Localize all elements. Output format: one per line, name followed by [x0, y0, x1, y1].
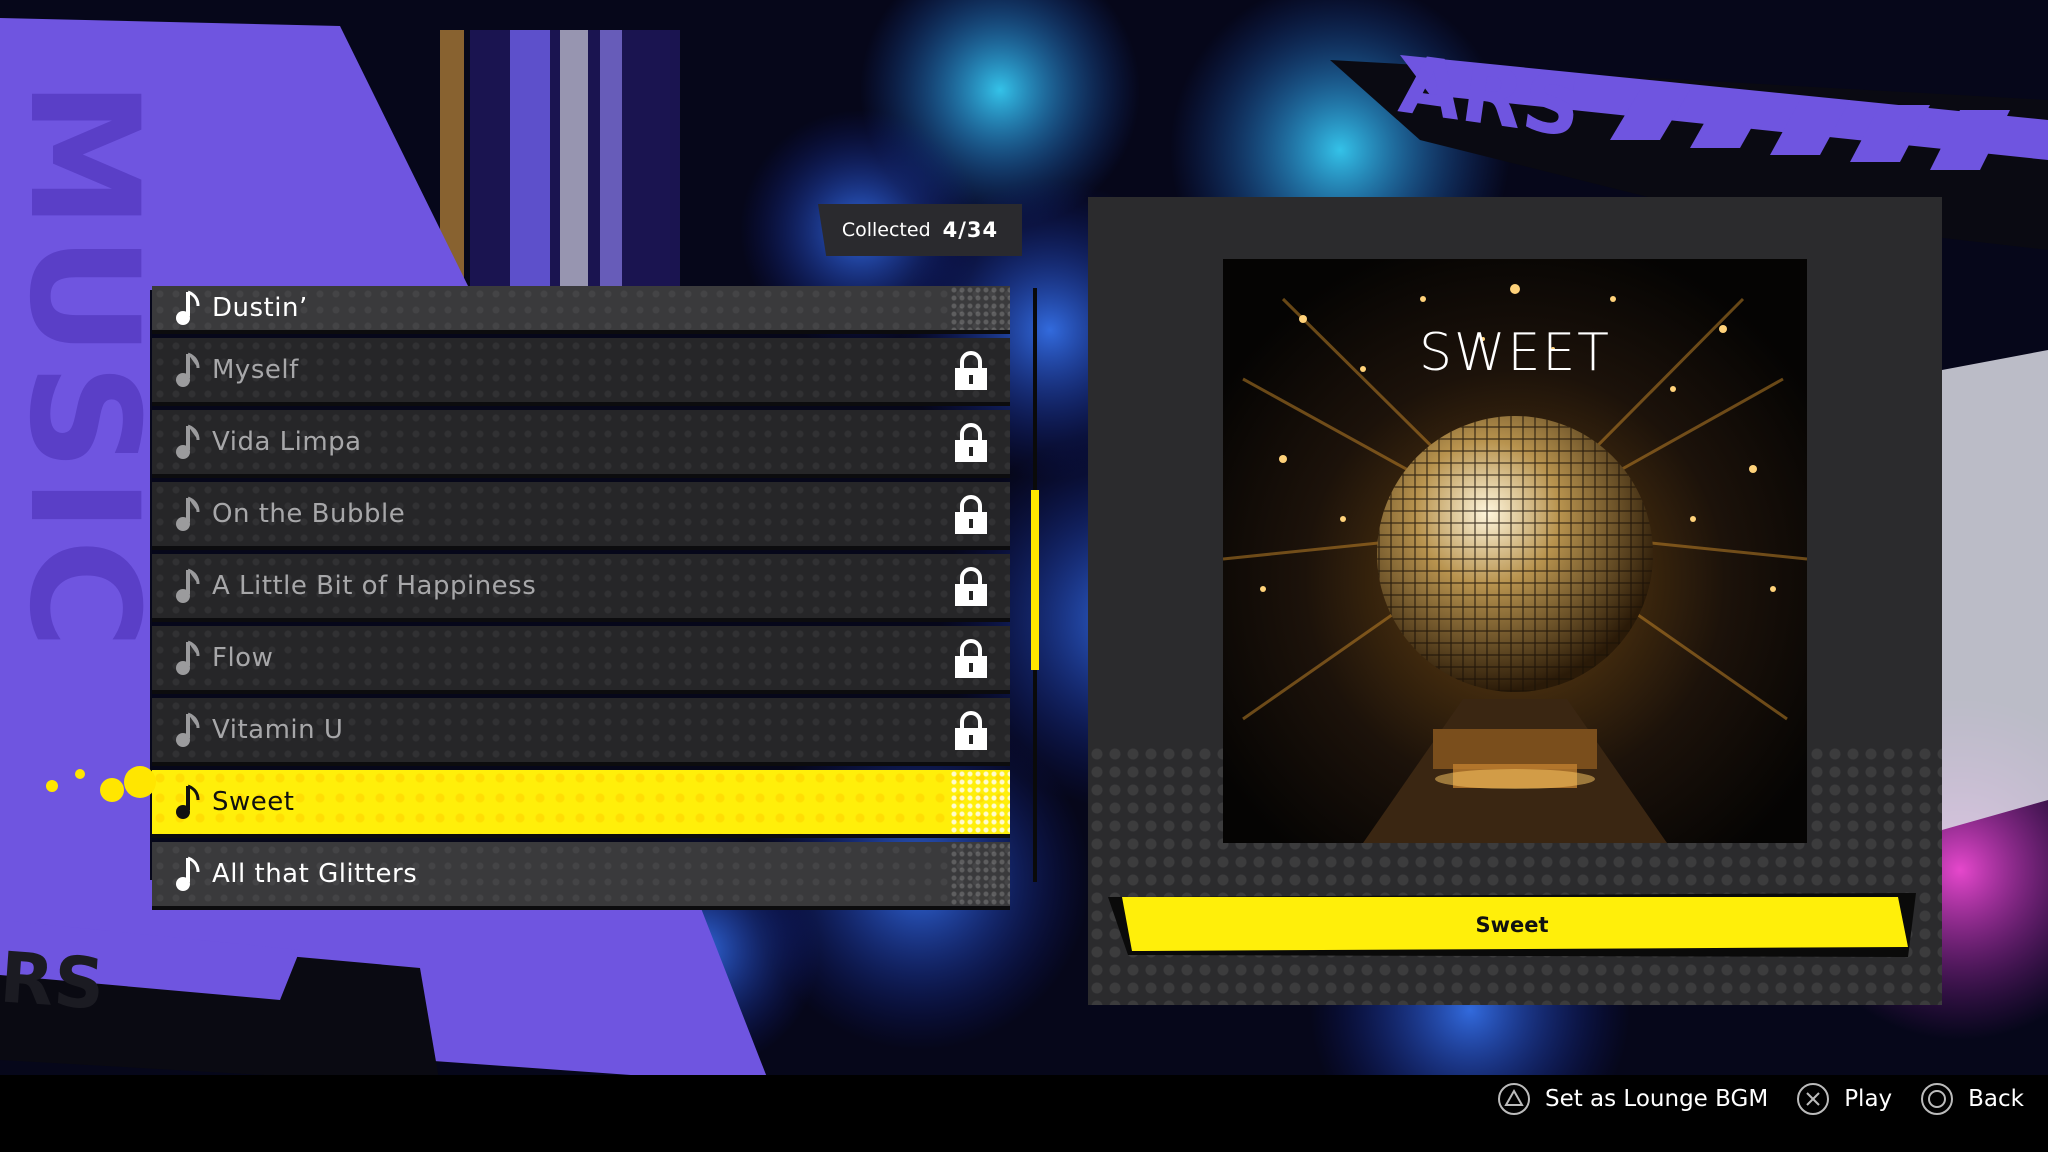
song-row-on-the-bubble[interactable]: On the Bubble: [152, 482, 1010, 550]
song-row-dustin[interactable]: Dustin’: [152, 286, 1010, 334]
hint-set-lounge-bgm[interactable]: Set as Lounge BGM: [1497, 1082, 1768, 1116]
lock-icon: [955, 351, 987, 390]
cross-button-icon: [1797, 1083, 1830, 1115]
song-title: A Little Bit of Happiness: [212, 571, 537, 601]
music-note-icon: [176, 352, 200, 387]
song-row-a-little-bit-of-happiness[interactable]: A Little Bit of Happiness: [152, 554, 1010, 622]
set-lounge-bgm-label: Set as Lounge BGM: [1544, 1086, 1769, 1112]
music-title-word: MUSIC: [0, 80, 170, 655]
lock-icon: [955, 423, 987, 462]
song-row-flow[interactable]: Flow: [152, 626, 1010, 694]
music-note-icon: [176, 856, 200, 891]
lock-icon: [955, 711, 987, 750]
collected-label: Collected: [841, 219, 931, 241]
song-row-vitamin-u[interactable]: Vitamin U: [152, 698, 1010, 766]
song-title: Vida Limpa: [212, 427, 362, 457]
button-hints: Set as Lounge BGM Play Back: [1483, 1082, 2024, 1116]
lock-icon: [955, 567, 987, 606]
song-title: On the Bubble: [212, 499, 406, 529]
list-scrollbar-thumb[interactable]: [1031, 490, 1039, 670]
album-panel: SWEET: [1088, 197, 1942, 1005]
song-title: Myself: [212, 355, 299, 385]
song-title: Flow: [212, 643, 274, 673]
song-title: Vitamin U: [212, 715, 344, 745]
selection-cursor-icon: [46, 766, 156, 802]
collected-count: 4/34: [942, 218, 999, 242]
album-art: SWEET: [1223, 259, 1807, 843]
music-note-icon: [176, 712, 200, 747]
music-note-icon: [176, 640, 200, 675]
song-list: Dustin’ Myself Vida Limpa On the Bubble …: [152, 286, 1010, 914]
collected-counter: Collected 4/34: [818, 204, 1022, 256]
song-name-plate-label-wrap: Sweet: [1108, 893, 1916, 957]
music-note-icon: [176, 784, 200, 819]
song-title: Dustin’: [212, 293, 308, 323]
hint-play[interactable]: Play: [1796, 1082, 1892, 1116]
music-note-icon: [176, 496, 200, 531]
song-name-label: Sweet: [1475, 913, 1549, 937]
triangle-button-icon: [1497, 1083, 1530, 1115]
hint-back[interactable]: Back: [1920, 1082, 2024, 1116]
album-art-title: SWEET: [1419, 323, 1611, 383]
song-row-all-that-glitters[interactable]: All that Glitters: [152, 842, 1010, 910]
music-note-icon: [176, 290, 200, 325]
row-pattern: [950, 286, 1010, 330]
play-label: Play: [1844, 1086, 1893, 1112]
song-title: Sweet: [212, 787, 295, 817]
lock-icon: [955, 495, 987, 534]
back-label: Back: [1968, 1086, 2024, 1112]
music-note-icon: [176, 424, 200, 459]
song-title: All that Glitters: [212, 859, 418, 889]
row-pattern: [950, 770, 1010, 834]
brand-word-bottom: RS: [0, 936, 108, 1026]
music-note-icon: [176, 568, 200, 603]
song-row-sweet[interactable]: Sweet: [152, 770, 1010, 838]
song-row-myself[interactable]: Myself: [152, 338, 1010, 406]
song-row-vida-limpa[interactable]: Vida Limpa: [152, 410, 1010, 478]
row-pattern: [950, 842, 1010, 906]
lock-icon: [955, 639, 987, 678]
circle-button-icon: [1921, 1083, 1954, 1115]
